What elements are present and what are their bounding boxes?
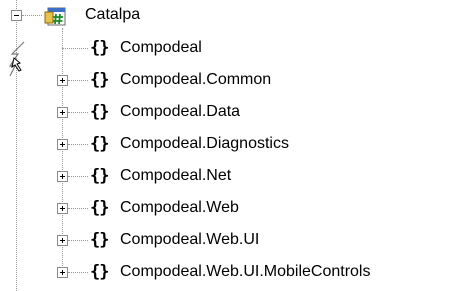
namespace-icon: {} [90,166,110,186]
branch-line [68,176,88,177]
tree-node-label: Compodeal.Web.UI.MobileControls [120,263,371,280]
root-branch-line [22,15,42,16]
branch-line [68,272,88,273]
expand-toggle[interactable] [57,203,68,214]
tree-node-label: Compodeal.Web [120,199,239,216]
tree-node-namespace[interactable]: {} Compodeal.Web [88,195,428,221]
namespace-icon: {} [90,70,110,90]
tree-node-namespace[interactable]: {} Compodeal.Web.UI [88,227,428,253]
namespace-icon: {} [90,230,110,250]
tree-node-label: Compodeal.Data [120,103,241,120]
expand-toggle[interactable] [57,235,68,246]
namespace-icon: {} [90,198,110,218]
branch-line [68,112,88,113]
tree-node-namespace[interactable]: {} Compodeal.Common [88,67,428,93]
expand-toggle[interactable] [57,75,68,86]
branch-line [68,208,88,209]
tree-node-label: Compodeal.Net [120,167,232,184]
tree-node-namespace[interactable]: {} Compodeal.Net [88,163,428,189]
tree-node-namespace[interactable]: {} Compodeal.Web.UI.MobileControls [88,259,458,285]
branch-line [68,144,88,145]
tree-node-label: Compodeal [120,39,202,56]
tree-node-namespace[interactable]: {} Compodeal.Data [88,99,428,125]
namespace-icon: {} [90,38,110,58]
tree-node-namespace[interactable]: {} Compodeal.Diagnostics [88,131,428,157]
tree-node-label: Compodeal.Common [120,71,272,88]
namespace-icon: {} [90,262,110,282]
expand-toggle[interactable] [57,107,68,118]
tree-node-label: Compodeal.Web.UI [120,231,260,248]
branch-line [68,80,88,81]
csharp-project-icon [44,7,66,26]
branch-line [62,48,88,49]
branch-line [68,240,88,241]
expand-toggle[interactable] [57,139,68,150]
tree-node-namespace[interactable]: {} Compodeal [88,35,428,61]
tree-node-catalpa[interactable]: Catalpa [40,2,240,28]
tree-node-label: Compodeal.Diagnostics [120,135,289,152]
collapse-toggle-catalpa[interactable] [11,10,22,21]
expand-toggle[interactable] [57,267,68,278]
namespace-icon: {} [90,134,110,154]
solution-tree-view[interactable]: Catalpa {} Compodeal {} Compodeal.Common… [0,0,461,291]
tree-node-label: Catalpa [85,6,141,23]
namespace-icon: {} [90,102,110,122]
drag-pointer-icon [8,41,25,77]
expand-toggle[interactable] [57,171,68,182]
